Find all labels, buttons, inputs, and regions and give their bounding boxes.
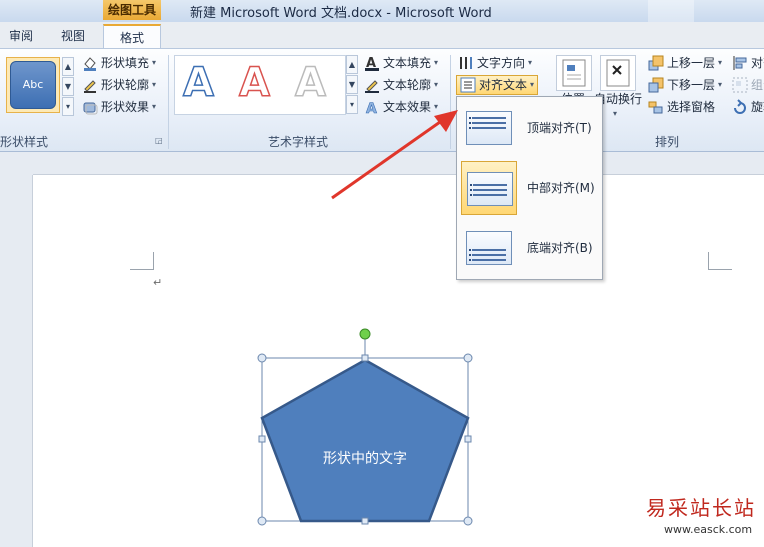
margin-crop-mark-left [130, 252, 154, 270]
wordart-styles-group-label: 艺术字样式 [268, 135, 329, 149]
align-text-button[interactable]: 对齐文本 ▾ [456, 75, 539, 95]
shape-effects-button[interactable]: 形状效果 ▾ [82, 97, 156, 117]
align-text-menu: 顶端对齐(T) 中部对齐(M) 底端对齐(B) [456, 96, 603, 280]
menu-item-align-top[interactable]: 顶端对齐(T) [459, 99, 600, 157]
shape-effects-label: 形状效果 [101, 100, 150, 114]
resize-handle-right[interactable] [464, 435, 472, 443]
align-middle-thumbnail [461, 161, 517, 215]
align-text-label: 对齐文本 [479, 78, 528, 92]
align-bottom-thumbnail [461, 221, 517, 275]
align-button[interactable]: 对齐 [732, 53, 764, 73]
shape-outline-label: 形状轮廓 [101, 78, 150, 92]
rotate-button[interactable]: 旋转 [732, 97, 764, 117]
watermark-logo: 易采站长站 [646, 496, 756, 520]
shape-outline-button[interactable]: 形状轮廓 ▾ [82, 75, 156, 95]
shape-styles-group-label: 形状样式 [0, 135, 49, 149]
send-backward-label: 下移一层 [667, 78, 716, 92]
wordart-sample-red[interactable]: A [238, 59, 270, 107]
resize-handle-top-left[interactable] [257, 353, 267, 363]
gallery-more-button[interactable]: ▾ [62, 97, 74, 116]
selection-pane-icon [648, 99, 664, 115]
align-bottom-label: 底端对齐(B) [527, 241, 593, 255]
wordart-sample-blue[interactable]: A [182, 59, 214, 107]
align-icon [732, 55, 748, 71]
bring-forward-icon [648, 55, 664, 71]
resize-handle-top[interactable] [361, 354, 369, 362]
wrap-text-icon [606, 59, 630, 87]
resize-handle-bottom-left[interactable] [257, 516, 267, 526]
position-button[interactable] [556, 55, 592, 91]
bring-forward-button[interactable]: 上移一层 ▾ [648, 53, 722, 73]
watermark-url: www.easck.com [664, 523, 753, 536]
text-outline-icon [364, 77, 380, 93]
resize-handle-bottom[interactable] [361, 517, 369, 525]
group-divider [168, 55, 169, 149]
text-direction-label: 文字方向 [477, 56, 526, 70]
wordart-down-button[interactable]: ▼ [346, 75, 358, 94]
gallery-down-button[interactable]: ▼ [62, 77, 74, 96]
rotate-label: 旋转 [751, 100, 764, 114]
shape-text[interactable]: 形状中的文字 [300, 448, 430, 468]
group-icon [732, 77, 748, 93]
pentagon-shape[interactable] [252, 322, 480, 534]
menu-item-align-bottom[interactable]: 底端对齐(B) [459, 219, 600, 277]
resize-handle-top-right[interactable] [463, 353, 473, 363]
shape-effects-icon [82, 99, 98, 115]
pen-icon [82, 77, 98, 93]
resize-handle-bottom-right[interactable] [463, 516, 473, 526]
bring-forward-label: 上移一层 [667, 56, 716, 70]
group-button[interactable]: 组合 [732, 75, 764, 95]
text-outline-label: 文本轮廓 [383, 78, 432, 92]
rotation-handle[interactable] [359, 328, 371, 340]
align-text-icon [460, 77, 476, 93]
shape-fill-button[interactable]: 形状填充 ▾ [82, 53, 156, 73]
text-fill-button[interactable]: A 文本填充 ▾ [364, 53, 438, 73]
wordart-sample-gray[interactable]: A [294, 59, 326, 107]
gallery-up-button[interactable]: ▲ [62, 57, 74, 76]
resize-handle-left[interactable] [258, 435, 266, 443]
wordart-up-button[interactable]: ▲ [346, 55, 358, 74]
send-backward-icon [648, 77, 664, 93]
selection-pane-button[interactable]: 选择窗格 [648, 97, 715, 117]
tab-format[interactable]: 格式 [103, 24, 161, 48]
tab-review[interactable]: 审阅 [0, 24, 42, 48]
wordart-gallery[interactable]: A A A [174, 55, 346, 115]
wrap-text-caret-icon[interactable]: ▾ [613, 109, 617, 118]
wrap-text-button[interactable] [600, 55, 636, 91]
shape-fill-label: 形状填充 [101, 56, 150, 70]
selection-pane-label: 选择窗格 [667, 100, 716, 114]
text-fill-label: 文本填充 [383, 56, 432, 70]
context-tab-header: 绘图工具 [103, 0, 161, 20]
dialog-launcher-icon[interactable]: ◲ [155, 136, 163, 145]
text-outline-button[interactable]: 文本轮廓 ▾ [364, 75, 438, 95]
shape-style-gallery-item[interactable]: Abc [6, 57, 60, 113]
paragraph-mark: ↵ [153, 276, 163, 289]
text-fill-icon: A [364, 55, 380, 71]
shape-style-sample: Abc [10, 61, 56, 109]
text-direction-button[interactable]: 文字方向 ▾ [458, 53, 532, 73]
text-direction-icon [458, 55, 474, 71]
send-backward-button[interactable]: 下移一层 ▾ [648, 75, 722, 95]
position-icon [562, 59, 586, 87]
rotate-icon [732, 99, 748, 115]
menu-item-align-middle[interactable]: 中部对齐(M) [459, 159, 600, 217]
align-top-thumbnail [461, 101, 517, 155]
annotation-arrow-icon [331, 110, 458, 200]
tab-view[interactable]: 视图 [50, 24, 96, 48]
align-label: 对齐 [751, 56, 764, 70]
arrange-group-label: 排列 [655, 135, 680, 149]
group-label: 组合 [751, 78, 764, 92]
margin-crop-mark-right [708, 252, 732, 270]
align-middle-label: 中部对齐(M) [527, 181, 595, 195]
pentagon-body[interactable] [260, 358, 470, 523]
paint-bucket-icon [82, 55, 98, 71]
align-top-label: 顶端对齐(T) [527, 121, 592, 135]
